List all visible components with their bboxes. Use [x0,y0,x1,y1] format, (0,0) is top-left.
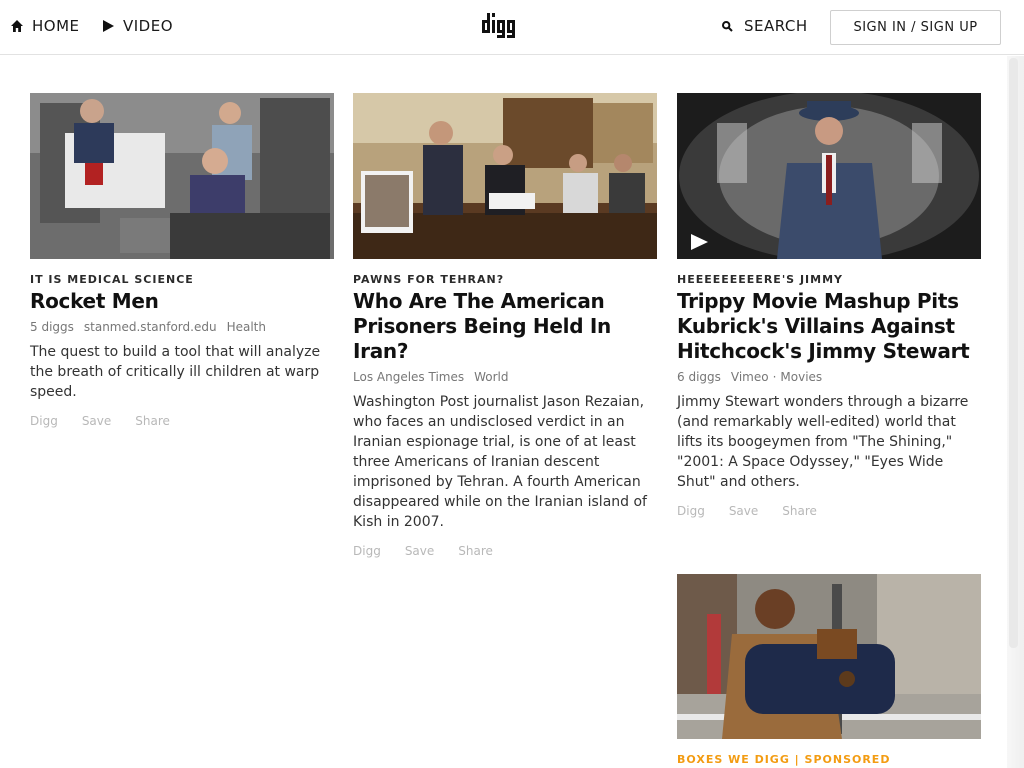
scrollbar-thumb[interactable] [1009,58,1018,648]
story-actions: Digg Save Share [677,504,981,518]
sponsored-card: BOXES WE DIGG | SPONSORED [677,574,981,766]
nav-video-label: VIDEO [123,17,174,35]
story-description: The quest to build a tool that will anal… [30,344,321,400]
digg-logo[interactable] [481,11,531,41]
digg-count: 5 diggs [30,320,74,334]
story-kicker[interactable]: PAWNS FOR TEHRAN? [353,273,657,286]
story-description: Jimmy Stewart wonders through a bizarre … [677,394,969,490]
search-button[interactable]: SEARCH [722,17,808,35]
story-meta: Los Angeles Times World [353,370,657,384]
digg-count: 6 diggs [677,370,721,384]
story-source[interactable]: stanmed.stanford.edu [84,320,217,334]
share-button[interactable]: Share [782,504,817,518]
save-button[interactable]: Save [82,414,111,428]
meta-separator: · [772,370,777,384]
story-topic[interactable]: World [474,370,508,384]
home-icon [11,20,23,32]
story-actions: Digg Save Share [353,544,657,558]
story-meta: 6 diggs Vimeo · Movies [677,370,981,384]
sign-in-button[interactable]: SIGN IN / SIGN UP [830,10,1001,45]
save-button[interactable]: Save [729,504,758,518]
story-title[interactable]: Rocket Men [30,289,334,314]
nav-video-link[interactable]: VIDEO [103,17,173,35]
nav-home-label: HOME [32,17,80,35]
story-thumbnail[interactable] [353,93,657,259]
story-card: PAWNS FOR TEHRAN? Who Are The American P… [353,93,657,558]
share-button[interactable]: Share [458,544,493,558]
story-topic[interactable]: Health [227,320,266,334]
story-actions: Digg Save Share [30,414,334,428]
story-card: IT IS MEDICAL SCIENCE Rocket Men 5 diggs… [30,93,334,428]
story-thumbnail[interactable] [30,93,334,259]
play-icon [103,20,114,32]
story-card: HEEEEEEEEERE'S JIMMY Trippy Movie Mashup… [677,93,981,518]
story-source[interactable]: Vimeo [731,370,769,384]
story-title[interactable]: Who Are The American Prisoners Being Hel… [353,289,657,364]
search-label: SEARCH [744,17,808,35]
story-kicker[interactable]: HEEEEEEEEERE'S JIMMY [677,273,981,286]
story-kicker[interactable]: IT IS MEDICAL SCIENCE [30,273,334,286]
story-description: Washington Post journalist Jason Rezaian… [353,394,647,530]
story-title[interactable]: Trippy Movie Mashup Pits Kubrick's Villa… [677,289,981,364]
digg-button[interactable]: Digg [677,504,705,518]
digg-button[interactable]: Digg [353,544,381,558]
search-icon [722,20,733,32]
nav-home-link[interactable]: HOME [11,17,80,35]
digg-button[interactable]: Digg [30,414,58,428]
share-button[interactable]: Share [135,414,170,428]
story-thumbnail[interactable] [677,574,981,739]
sponsored-kicker[interactable]: BOXES WE DIGG | SPONSORED [677,753,981,766]
story-source[interactable]: Los Angeles Times [353,370,464,384]
story-meta: 5 diggs stanmed.stanford.edu Health [30,320,334,334]
story-topic[interactable]: Movies [780,370,822,384]
save-button[interactable]: Save [405,544,434,558]
digg-logo-mark [482,13,515,38]
site-header: HOME VIDEO SEARCH SIGN IN / SIGN UP [0,0,1024,55]
story-thumbnail[interactable] [677,93,981,259]
play-icon[interactable] [689,233,709,251]
